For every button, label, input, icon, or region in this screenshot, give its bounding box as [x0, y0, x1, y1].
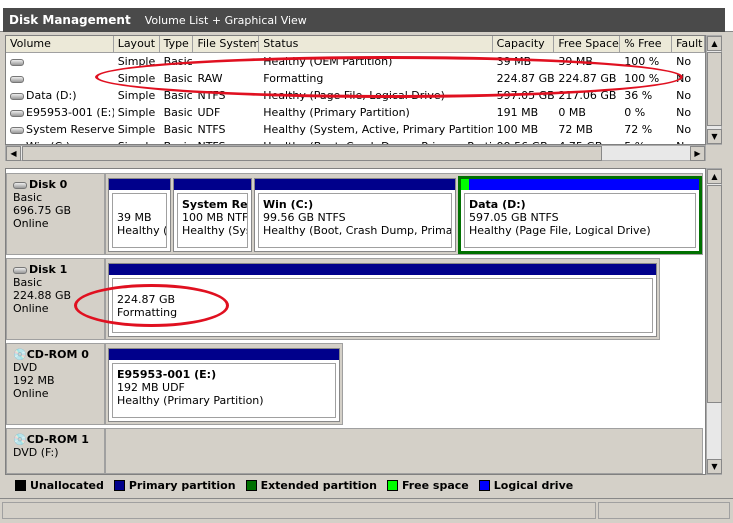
cell: 4.75 GB — [554, 138, 620, 144]
disk-icon — [13, 181, 27, 189]
col-free-space[interactable]: Free Space — [554, 36, 621, 52]
scroll-up-icon[interactable]: ▲ — [707, 169, 722, 184]
partition-system-reserved[interactable]: System Res100 MB NTFSHealthy (System, Ac… — [173, 178, 252, 252]
scroll-down-icon[interactable]: ▼ — [707, 459, 722, 474]
cdrom-1-label[interactable]: 💿CD-ROM 1 DVD (F:) — [6, 428, 105, 474]
col-percent-free[interactable]: % Free — [620, 36, 673, 52]
partition-win-c[interactable]: Win (C:) 99.56 GB NTFS Healthy (Boot, Cras… — [254, 178, 456, 252]
legend-label: Free space — [401, 478, 469, 492]
cell: NTFS — [193, 138, 259, 144]
scroll-right-icon[interactable]: ▶ — [690, 146, 705, 161]
legend-label: Extended partition — [260, 478, 377, 492]
col-capacity[interactable]: Capacity — [493, 36, 555, 52]
legend-label: Unallocated — [30, 478, 104, 492]
cell: NTFS — [197, 123, 226, 136]
cdrom-0-label[interactable]: 💿CD-ROM 0 DVD 192 MB Online — [6, 343, 105, 425]
cell: 72 MB — [558, 123, 593, 136]
disk-0-label[interactable]: Disk 0 Basic 696.75 GB Online — [6, 173, 105, 255]
cell: Simple — [117, 106, 156, 119]
table-row[interactable]: System Reserved Simple Basic NTFS Healthy (S… — [6, 121, 705, 138]
scroll-up-icon[interactable]: ▲ — [707, 36, 722, 51]
cdrom-icon — [10, 109, 24, 117]
disk-icon — [10, 126, 24, 134]
scroll-down-icon[interactable]: ▼ — [707, 129, 722, 144]
cell: Healthy (Boot, Crash Dump, Primary Parti… — [259, 138, 492, 144]
col-volume[interactable]: Volume — [6, 36, 114, 52]
cell: Simple — [117, 123, 156, 136]
legend-swatch — [15, 479, 26, 491]
table-header: Volume Layout Type File System Status Ca… — [6, 36, 705, 53]
cell: Data (D:) — [6, 87, 114, 104]
table-row[interactable]: E95953-001 (E:) Simple Basic UDF Healthy (Pr… — [6, 104, 705, 121]
disk-0-area: 39 MBHealthy (OEM Partition) System Res1… — [105, 173, 703, 255]
cell: E95953-001 (E:) — [6, 104, 114, 121]
cell: No — [676, 89, 692, 102]
list-horizontal-scrollbar[interactable]: ◀ ▶ — [5, 145, 706, 161]
cell: No — [676, 55, 692, 68]
disk-icon — [10, 75, 24, 83]
status-pane — [2, 502, 596, 519]
legend-label: Primary partition — [128, 478, 236, 492]
cdrom-1-area — [105, 428, 703, 474]
col-type[interactable]: Type — [160, 36, 194, 52]
cell: Basic — [163, 106, 193, 119]
partition-e[interactable]: E95953-001 (E:) 192 MB UDF Healthy (Primar… — [108, 348, 340, 422]
app-title: Disk Management — [9, 13, 131, 27]
cell: Basic — [160, 138, 194, 144]
cell: Basic — [163, 123, 193, 136]
annotation-ellipse — [74, 284, 229, 327]
cell: Simple — [114, 138, 160, 144]
scroll-thumb[interactable] — [22, 146, 602, 161]
cell: 36 % — [624, 89, 653, 102]
cell: Healthy (System, Active, Primary Partiti… — [263, 123, 493, 136]
disk-icon — [10, 58, 24, 66]
cdrom-0-area: E95953-001 (E:) 192 MB UDF Healthy (Primar… — [105, 343, 343, 425]
cell: Healthy (Primary Partition) — [263, 106, 410, 119]
table-row[interactable]: Win (C:)SimpleBasicNTFSHealthy (Boot, Cr… — [6, 138, 705, 144]
cdrom-icon: 💿 — [13, 348, 27, 361]
status-bar — [0, 498, 733, 523]
list-vertical-scrollbar[interactable]: ▲ ▼ — [706, 35, 722, 145]
annotation-ellipse — [95, 56, 683, 98]
legend-swatch — [386, 479, 398, 491]
legend-swatch — [113, 479, 125, 491]
cell: 99.56 GB — [493, 138, 555, 144]
legend: Unallocated Primary partition Extended par… — [5, 475, 722, 495]
cell: 100 MB — [496, 123, 539, 136]
cell: No — [672, 138, 705, 144]
scroll-left-icon[interactable]: ◀ — [6, 146, 21, 161]
cell: Win (C:) — [6, 138, 114, 144]
cell: UDF — [197, 106, 221, 119]
disk-icon — [10, 92, 24, 100]
scroll-thumb[interactable] — [707, 185, 722, 403]
view-title: Volume List + Graphical View — [144, 14, 307, 27]
cdrom-icon: 💿 — [13, 433, 27, 446]
col-filesystem[interactable]: File System — [193, 36, 260, 52]
cell: No — [676, 123, 692, 136]
cell: 191 MB — [496, 106, 539, 119]
cell: No — [676, 106, 692, 119]
cell: 0 MB — [558, 106, 586, 119]
legend-swatch — [245, 479, 257, 491]
graph-vertical-scrollbar[interactable]: ▲ ▼ — [706, 168, 722, 475]
scroll-thumb[interactable] — [707, 52, 722, 126]
legend-swatch — [478, 479, 490, 491]
col-fault-tolerance[interactable]: Fault T — [672, 36, 705, 52]
col-layout[interactable]: Layout — [114, 36, 160, 52]
title-bar: Disk Management Volume List + Graphical V… — [0, 0, 733, 32]
cell: 72 % — [624, 123, 653, 136]
cell: 5 % — [620, 138, 672, 144]
cell — [6, 53, 114, 70]
cell: System Reserved — [6, 121, 114, 138]
partition-data-d[interactable]: Data (D:) 597.05 GB NTFS Healthy (Page Fil… — [458, 176, 702, 254]
partition-oem[interactable]: 39 MBHealthy (OEM Partition) — [108, 178, 171, 252]
disk-icon — [13, 266, 27, 274]
col-status[interactable]: Status — [259, 36, 493, 52]
cell: 0 % — [624, 106, 646, 119]
legend-label: Logical drive — [493, 478, 574, 492]
status-pane — [598, 502, 730, 519]
